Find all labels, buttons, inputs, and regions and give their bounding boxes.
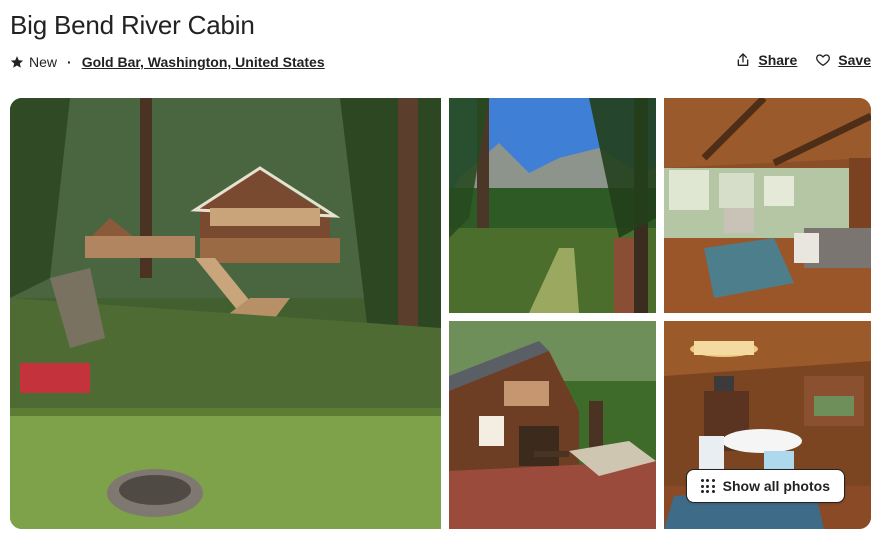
share-label: Share bbox=[758, 52, 798, 68]
share-icon bbox=[738, 53, 749, 66]
grid-dots-icon bbox=[700, 479, 715, 493]
show-all-photos-button[interactable]: Show all photos bbox=[685, 469, 845, 503]
listing-meta: New · Gold Bar, Washington, United State… bbox=[10, 53, 325, 71]
show-all-photos-label: Show all photos bbox=[722, 478, 830, 494]
save-label: Save bbox=[838, 52, 871, 68]
photo-forest-trail[interactable] bbox=[449, 98, 656, 313]
listing-page: Big Bend River Cabin New · Gold Bar, Was… bbox=[0, 0, 891, 545]
photo-cabin-deck[interactable] bbox=[449, 321, 656, 529]
photo-main-cabin-exterior[interactable] bbox=[10, 98, 441, 529]
location-link[interactable]: Gold Bar, Washington, United States bbox=[82, 54, 325, 70]
star-icon bbox=[10, 55, 24, 69]
save-button[interactable]: Save bbox=[815, 52, 871, 68]
photo-gallery: Show all photos bbox=[10, 98, 871, 529]
rating-new-label: New bbox=[29, 54, 58, 70]
listing-title: Big Bend River Cabin bbox=[10, 10, 255, 40]
share-button[interactable]: Share bbox=[735, 52, 797, 68]
heart-icon bbox=[816, 54, 831, 66]
photo-dining-area[interactable]: Show all photos bbox=[664, 321, 871, 529]
photo-living-room[interactable] bbox=[664, 98, 871, 313]
meta-separator: · bbox=[67, 54, 72, 70]
listing-actions: Share Save bbox=[735, 52, 871, 68]
